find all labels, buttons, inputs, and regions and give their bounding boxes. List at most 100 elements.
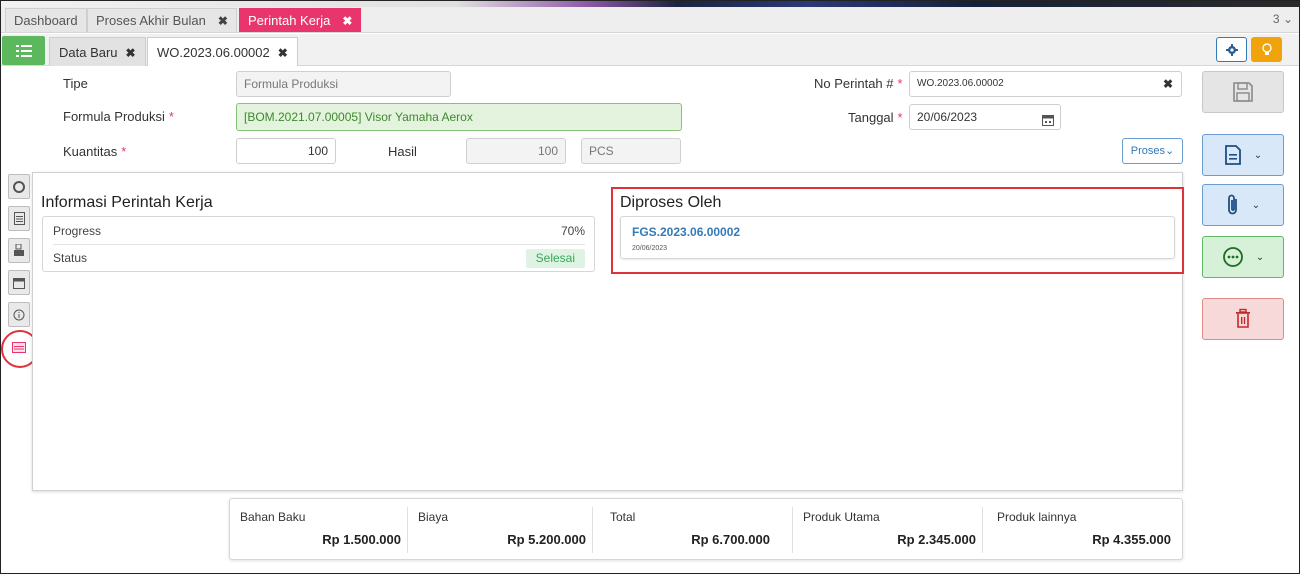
menu-button[interactable] xyxy=(2,36,45,65)
processed-doc-link[interactable]: FGS.2023.06.00002 xyxy=(632,225,740,239)
tab-perintah-kerja[interactable]: Perintah Kerja ✖ xyxy=(239,8,362,32)
no-perintah-value: WO.2023.06.00002 xyxy=(917,78,1004,89)
summary-label: Biaya xyxy=(418,510,449,524)
tab-count-dropdown[interactable]: 3 ⌄ xyxy=(1273,12,1293,26)
materials-panel-button[interactable] xyxy=(8,238,30,263)
diproses-section-title: Diproses Oleh xyxy=(620,194,722,211)
required-mark: * xyxy=(897,76,903,91)
tanggal-field[interactable]: 20/06/2023 xyxy=(909,104,1061,130)
trash-icon xyxy=(1236,308,1250,328)
cost-summary: Bahan Baku Rp 1.500.000 Biaya Rp 5.200.0… xyxy=(229,498,1183,560)
document-icon xyxy=(1224,145,1241,165)
tanggal-value: 20/06/2023 xyxy=(917,110,978,124)
tab-dashboard[interactable]: Dashboard xyxy=(5,8,87,32)
print-document-button[interactable]: ⌄ xyxy=(1202,134,1284,176)
kuantitas-field[interactable]: 100 xyxy=(236,138,336,164)
tab-proses-akhir-bulan[interactable]: Proses Akhir Bulan ✖ xyxy=(87,8,237,32)
close-icon[interactable]: ✖ xyxy=(342,14,352,28)
progress-label: Progress xyxy=(53,224,102,238)
processed-doc-date: 20/06/2023 xyxy=(632,245,668,252)
summary-bahan-baku: Bahan Baku Rp 1.500.000 xyxy=(230,507,407,553)
tab-data-baru[interactable]: Data Baru ✖ xyxy=(49,37,146,66)
summary-value: Rp 4.355.000 xyxy=(1092,532,1171,547)
no-perintah-label: No Perintah # * xyxy=(814,76,903,91)
tipe-value: Formula Produksi xyxy=(244,77,339,91)
chevron-down-icon: ⌄ xyxy=(1282,12,1293,26)
attachment-button[interactable]: ⌄ xyxy=(1202,184,1284,226)
formula-produksi-field[interactable]: [BOM.2021.07.00005] Visor Yamaha Aerox xyxy=(236,103,682,131)
info-panel-button[interactable] xyxy=(8,302,30,327)
paperclip-icon xyxy=(1227,194,1237,215)
chevron-down-icon: ⌄ xyxy=(1165,145,1175,157)
info-section-title: Informasi Perintah Kerja xyxy=(41,194,213,211)
delete-button[interactable] xyxy=(1202,298,1284,340)
summary-value: Rp 5.200.000 xyxy=(507,532,586,547)
tipe-field[interactable]: Formula Produksi xyxy=(236,71,451,97)
tab-label: Proses Akhir Bulan xyxy=(96,13,206,28)
formula-produksi-label-text: Formula Produksi xyxy=(63,109,165,124)
summary-value: Rp 1.500.000 xyxy=(322,532,401,547)
tab-label: Data Baru xyxy=(59,45,118,60)
progress-value: 70% xyxy=(560,224,585,238)
kuantitas-label: Kuantitas * xyxy=(63,144,126,159)
document-icon xyxy=(13,212,25,225)
summary-value: Rp 2.345.000 xyxy=(897,532,976,547)
required-mark: * xyxy=(121,144,127,159)
required-mark: * xyxy=(168,109,174,124)
progress-row: Progress 70% xyxy=(53,218,585,245)
summary-produk-utama: Produk Utama Rp 2.345.000 xyxy=(792,507,982,553)
save-button[interactable] xyxy=(1202,71,1284,113)
settings-button[interactable] xyxy=(1216,37,1247,62)
hasil-label: Hasil xyxy=(388,144,417,159)
tab-wo-document[interactable]: WO.2023.06.00002 ✖ xyxy=(147,37,298,66)
processed-by-card: FGS.2023.06.00002 20/06/2023 xyxy=(620,216,1175,259)
tab-count: 3 xyxy=(1272,12,1280,26)
proses-dropdown-button[interactable]: Proses⌄ xyxy=(1122,138,1183,164)
calendar-icon xyxy=(13,277,25,289)
summary-label: Bahan Baku xyxy=(240,510,306,524)
chevron-down-icon: ⌄ xyxy=(1251,199,1261,211)
formula-produksi-label: Formula Produksi * xyxy=(63,109,174,124)
proses-label: Proses xyxy=(1130,145,1166,157)
summary-produk-lainnya: Produk lainnya Rp 4.355.000 xyxy=(982,507,1177,553)
no-perintah-field[interactable]: WO.2023.06.00002 ✖ xyxy=(909,71,1182,97)
summary-label: Total xyxy=(610,510,636,524)
info-icon xyxy=(13,309,25,320)
app-window: Dashboard Proses Akhir Bulan ✖ Perintah K… xyxy=(0,0,1300,574)
tab-label: Dashboard xyxy=(14,13,78,28)
more-actions-button[interactable]: ⌄ xyxy=(1202,236,1284,278)
summary-label: Produk lainnya xyxy=(997,510,1077,524)
hasil-value: 100 xyxy=(537,144,558,158)
flask-icon xyxy=(14,244,24,256)
list-icon xyxy=(15,44,32,57)
tab-label: Perintah Kerja xyxy=(248,13,331,28)
close-icon[interactable]: ✖ xyxy=(218,14,228,28)
clear-icon[interactable]: ✖ xyxy=(1163,72,1173,96)
summary-label: Produk Utama xyxy=(803,510,880,524)
no-perintah-label-text: No Perintah # xyxy=(814,76,894,91)
required-mark: * xyxy=(897,110,903,125)
floppy-disk-icon xyxy=(1233,82,1253,102)
summary-value: Rp 6.700.000 xyxy=(691,532,770,547)
unit-value: PCS xyxy=(589,144,614,158)
formula-produksi-value: [BOM.2021.07.00005] Visor Yamaha Aerox xyxy=(244,110,473,124)
close-icon[interactable]: ✖ xyxy=(278,46,288,60)
chevron-down-icon: ⌄ xyxy=(1255,251,1265,263)
calendar-icon[interactable] xyxy=(1042,110,1054,129)
module-tab-bar: Dashboard Proses Akhir Bulan ✖ Perintah K… xyxy=(1,7,1299,33)
overview-panel-button[interactable] xyxy=(8,174,30,199)
tanggal-label: Tanggal * xyxy=(848,110,903,125)
kuantitas-label-text: Kuantitas xyxy=(63,144,118,159)
summary-total: Total Rp 6.700.000 xyxy=(592,507,776,553)
summary-biaya: Biaya Rp 5.200.000 xyxy=(407,507,592,553)
close-icon[interactable]: ✖ xyxy=(126,46,136,60)
unit-field[interactable]: PCS xyxy=(581,138,681,164)
content-panel: Informasi Perintah Kerja Progress 70% St… xyxy=(32,172,1184,491)
status-row: Status Selesai xyxy=(53,245,585,272)
calendar-panel-button[interactable] xyxy=(8,270,30,295)
status-label: Status xyxy=(53,251,88,265)
status-badge: Selesai xyxy=(525,249,585,268)
document-panel-button[interactable] xyxy=(8,206,30,231)
tips-button[interactable] xyxy=(1251,37,1282,62)
hasil-field[interactable]: 100 xyxy=(466,138,566,164)
